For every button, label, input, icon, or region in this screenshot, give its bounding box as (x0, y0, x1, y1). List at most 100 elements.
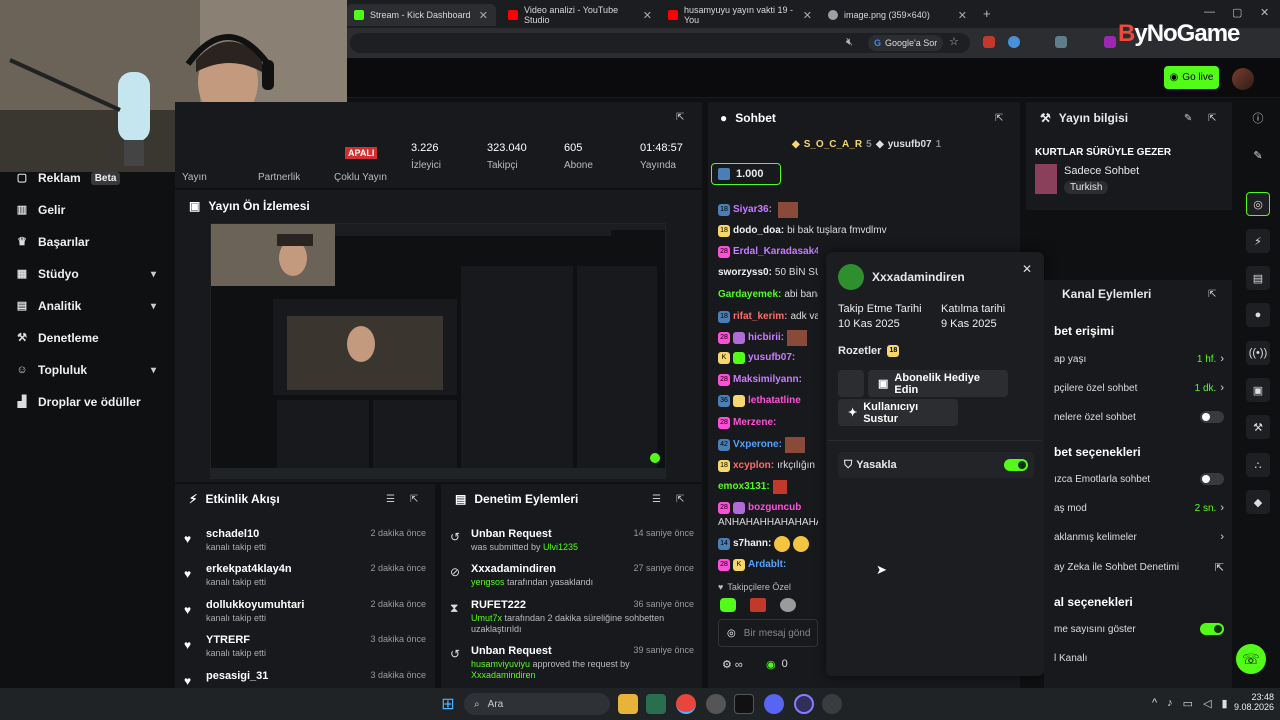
emote-icon[interactable] (750, 598, 766, 612)
tab-close-icon[interactable]: ✕ (643, 9, 652, 22)
chevron-right-icon: › (1220, 382, 1224, 394)
setting-row[interactable]: pçilere özel sohbet 1 dk. › (1054, 380, 1224, 396)
edit-icon[interactable]: ✎ (1184, 113, 1192, 124)
popout-icon[interactable]: ⇱ (995, 113, 1003, 124)
go-live-button[interactable]: ◉ Go live (1164, 66, 1219, 89)
popout-icon[interactable]: ⇱ (676, 494, 684, 505)
google-lens-chip[interactable]: G Google'a Sor (868, 35, 944, 51)
shield-icon: ⛉ (844, 458, 853, 471)
sidebar-item-droplar[interactable]: ▟ Droplar ve ödüller (16, 391, 156, 413)
tab-close-icon[interactable]: ✕ (479, 9, 488, 22)
tab-close-icon[interactable]: ✕ (803, 9, 812, 22)
wrench-icon[interactable]: ⚒ (1246, 415, 1270, 439)
emote-icon[interactable] (780, 598, 796, 612)
tab-youtube-video[interactable]: husamyuyu yayın vakti 19 - You ✕ (660, 4, 820, 26)
support-chat-button[interactable]: ☏ (1236, 644, 1266, 674)
setting-row[interactable]: l Kanalı (1054, 650, 1224, 666)
taskbar-search[interactable]: ⌕ Ara (464, 693, 610, 715)
clipboard-icon[interactable]: ▤ (1246, 266, 1270, 290)
ban-user-row[interactable]: ⛉ Yasakla (838, 452, 1034, 478)
setting-row[interactable]: nelere özel sohbet (1054, 409, 1224, 425)
ban-toggle[interactable] (1004, 459, 1028, 471)
sidebar-item-gelir[interactable]: ▥ Gelir (16, 199, 156, 221)
filter-icon[interactable]: ☰ (386, 494, 395, 505)
windows-start-icon[interactable]: ⊞ (438, 694, 458, 714)
mute-site-icon[interactable]: 🔇︎ (846, 36, 853, 49)
tag-badge[interactable]: Turkish (1064, 181, 1109, 194)
bookmark-star-icon[interactable]: ☆ (949, 35, 959, 48)
sidebar-item-denetleme[interactable]: ⚒ Denetleme (16, 327, 156, 349)
close-icon[interactable]: ✕ (1022, 262, 1032, 276)
grid-icon[interactable]: ∴ (1246, 453, 1270, 477)
discord-icon[interactable] (764, 694, 784, 714)
file-explorer-icon[interactable] (618, 694, 638, 714)
toggle-switch[interactable] (1200, 623, 1224, 635)
mute-user-button[interactable]: ✦ Kullanıcıyı Sustur (838, 399, 958, 426)
gift-icon (718, 168, 730, 180)
category-name[interactable]: Sadece Sohbet (1064, 165, 1139, 177)
minimize-icon[interactable]: — (1204, 6, 1215, 18)
setting-row[interactable]: aş mod 2 sn. › (1054, 500, 1224, 516)
popout-icon[interactable]: ⇱ (676, 112, 684, 123)
sidebar-item-analitik[interactable]: ▤ Analitik ▾ (16, 295, 156, 317)
gift-subscription-button[interactable]: ▣ Abonelik Hediye Edin (868, 370, 1008, 397)
extension-icon[interactable] (1008, 36, 1020, 48)
setting-row[interactable]: ap yaşı 1 hf. › (1054, 351, 1224, 367)
tab-yayin[interactable]: Yayın (182, 172, 207, 183)
broadcast-icon[interactable]: ((•)) (1246, 341, 1270, 365)
avatar[interactable] (1232, 68, 1254, 90)
sidebar-item-studyo[interactable]: ▦ Stüdyo ▾ (16, 263, 156, 285)
popup-username[interactable]: Xxxadamindiren (872, 270, 965, 284)
setting-row[interactable]: ay Zeka ile Sohbet Denetimi ⇱ (1054, 559, 1224, 575)
sidebar-item-basarilar[interactable]: ♛ Başarılar (16, 231, 156, 253)
extension-icon[interactable] (983, 36, 995, 48)
setting-row[interactable]: me sayısını göster (1054, 621, 1224, 637)
pen-icon[interactable]: ✎ (1246, 143, 1270, 167)
extension-icon[interactable] (1055, 36, 1067, 48)
tab-close-icon[interactable]: ✕ (958, 9, 967, 22)
tab-partnerlik[interactable]: Partnerlik (258, 172, 300, 183)
tab-kick-dashboard[interactable]: Stream - Kick Dashboard ✕ (346, 4, 496, 26)
chat-input[interactable]: ◎ Bir mesaj gönd (718, 619, 818, 647)
user-action-button[interactable] (838, 370, 864, 397)
system-tray[interactable]: ^ ♪ ▭ ◁ ▮ (1152, 697, 1228, 710)
sidebar-item-reklam[interactable]: ▢ Reklam Beta (16, 167, 156, 189)
diamond-icon[interactable]: ◆ (1246, 490, 1270, 514)
sidebar-item-label: Analitik (38, 299, 82, 313)
app-icon[interactable] (822, 694, 842, 714)
target-icon[interactable]: ◎ (1246, 192, 1270, 216)
extension-icon[interactable] (1104, 36, 1116, 48)
toggle-switch[interactable] (1200, 473, 1224, 485)
lightning-icon[interactable]: ⚡︎ (1246, 229, 1270, 253)
stream-preview-video[interactable] (210, 223, 666, 479)
stat-followers: 323.040 Takipçi (487, 142, 527, 171)
terminal-icon[interactable] (734, 694, 754, 714)
chat-settings-icon[interactable]: ⚙ ∞ (722, 658, 743, 671)
pinned-gift[interactable]: 1.000 (711, 163, 781, 185)
tab-image[interactable]: image.png (359×640) ✕ (820, 4, 975, 26)
chat-bubble-icon[interactable]: ● (1246, 303, 1270, 327)
new-tab-icon[interactable]: + (983, 6, 991, 21)
info-icon[interactable]: ⓘ (1246, 106, 1270, 130)
settings-icon[interactable] (706, 694, 726, 714)
emote-icon[interactable] (720, 598, 736, 612)
close-window-icon[interactable]: ✕ (1260, 6, 1269, 19)
tab-title: Video analizi - YouTube Studio (524, 5, 619, 25)
filter-icon[interactable]: ☰ (652, 494, 661, 505)
tab-youtube-studio[interactable]: Video analizi - YouTube Studio ✕ (500, 4, 660, 26)
popout-icon[interactable]: ⇱ (1208, 289, 1216, 300)
toggle-switch[interactable] (1200, 411, 1224, 423)
youtube-icon (508, 10, 518, 20)
setting-row[interactable]: ızca Emotlarla sohbet (1054, 471, 1224, 487)
id-card-icon[interactable]: ▣ (1246, 378, 1270, 402)
app-icon[interactable] (646, 694, 666, 714)
tab-coklu-yayin[interactable]: Çoklu Yayın (334, 172, 387, 183)
popout-icon[interactable]: ⇱ (410, 494, 418, 505)
clock[interactable]: 23:48 9.08.2026 (1232, 692, 1274, 712)
obs-icon[interactable] (794, 694, 814, 714)
chrome-icon[interactable] (676, 694, 696, 714)
setting-row[interactable]: aklanmış kelimeler › (1054, 529, 1224, 545)
sidebar-item-topluluk[interactable]: ☺ Topluluk ▾ (16, 359, 156, 381)
maximize-icon[interactable]: ▢ (1232, 6, 1242, 19)
popout-icon[interactable]: ⇱ (1208, 113, 1216, 124)
